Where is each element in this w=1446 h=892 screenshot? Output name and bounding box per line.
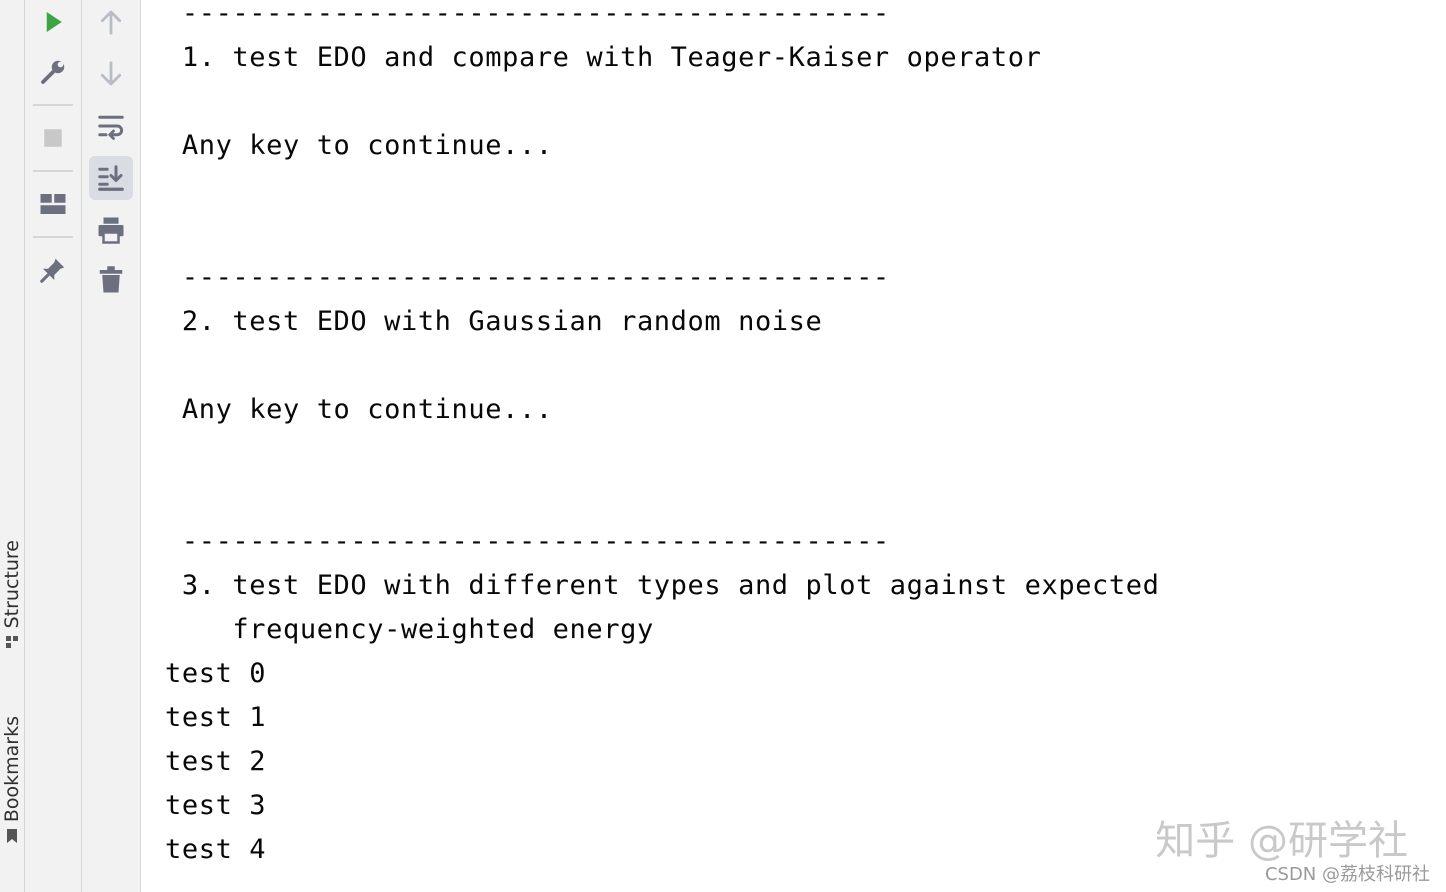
trash-icon: [99, 266, 123, 293]
console-line: 3. test EDO with different types and plo…: [165, 570, 1160, 601]
stop-icon: [44, 129, 62, 147]
structure-tab-label: Structure: [1, 540, 23, 629]
console-prompt-line: Any key to continue...: [165, 394, 553, 425]
layout-button[interactable]: [31, 182, 75, 226]
pin-button[interactable]: [31, 248, 75, 292]
next-occurrence-button[interactable]: [89, 52, 133, 96]
stop-button[interactable]: [31, 116, 75, 160]
console-output[interactable]: ----------------------------------------…: [141, 0, 1446, 892]
console-toolbar: [82, 0, 141, 892]
toolbar-separator: [33, 236, 73, 238]
csdn-watermark: CSDN @荔枝科研社: [1264, 864, 1430, 885]
zhihu-watermark: 知乎 @研学社: [1155, 818, 1408, 864]
console-line: frequency-weighted energy: [165, 614, 654, 645]
console-line: test 0: [165, 658, 267, 689]
rerun-icon: [46, 12, 62, 32]
previous-occurrence-button[interactable]: [89, 0, 133, 44]
toolbar-separator: [33, 104, 73, 106]
pin-icon: [40, 258, 65, 283]
toolbar-separator: [33, 170, 73, 172]
soft-wrap-button[interactable]: [89, 104, 133, 148]
wrench-icon: [41, 60, 65, 84]
console-line: 1. test EDO and compare with Teager-Kais…: [165, 42, 1042, 73]
layout-icon: [40, 194, 66, 214]
settings-button[interactable]: [31, 50, 75, 94]
console-line: 2. test EDO with Gaussian random noise: [165, 306, 823, 337]
bookmark-icon: [7, 829, 17, 844]
console-line: test 1: [165, 702, 267, 733]
print-button[interactable]: [89, 208, 133, 252]
structure-tab[interactable]: Structure: [0, 540, 24, 650]
console-prompt-line: Any key to continue...: [165, 130, 553, 161]
scroll-to-end-button[interactable]: [89, 156, 133, 200]
side-stripe: Structure Bookmarks: [0, 0, 25, 892]
clear-all-button[interactable]: [89, 258, 133, 302]
bookmarks-tab-label: Bookmarks: [1, 716, 23, 823]
structure-icon: [6, 636, 18, 649]
console-separator-line: ----------------------------------------…: [165, 0, 890, 29]
arrow-down-icon: [100, 61, 122, 86]
bookmarks-tab[interactable]: Bookmarks: [0, 716, 24, 844]
run-toolbar: [25, 0, 82, 892]
print-icon: [98, 217, 124, 244]
console-line: test 4: [165, 834, 267, 865]
soft-wrap-icon: [98, 115, 124, 140]
rerun-button[interactable]: [31, 0, 75, 44]
scroll-to-end-icon: [98, 165, 124, 191]
console-separator-line: ----------------------------------------…: [165, 262, 890, 293]
console-line: test 2: [165, 746, 267, 777]
console-line: test 3: [165, 790, 267, 821]
arrow-up-icon: [100, 10, 122, 35]
console-separator-line: ----------------------------------------…: [165, 526, 890, 557]
